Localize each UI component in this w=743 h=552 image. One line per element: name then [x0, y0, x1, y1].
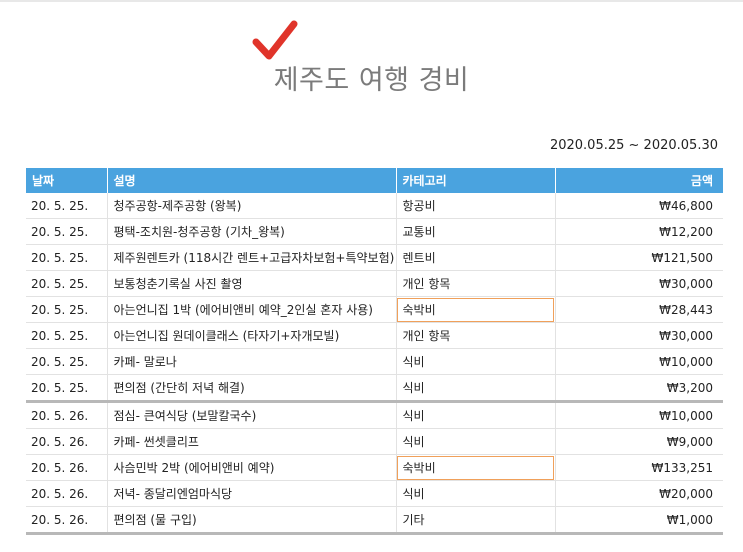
checkmark-icon	[252, 20, 298, 60]
cell-description[interactable]: 편의점 (물 구입)	[107, 506, 397, 535]
cell-date[interactable]: 20. 5. 25.	[26, 193, 108, 219]
cell-description[interactable]: 보통청춘기록실 사진 촬영	[107, 270, 397, 297]
table-row: 20. 5. 26. 저녁- 종달리엔엄마식당 식비 ₩20,000	[26, 480, 723, 507]
cell-description[interactable]: 평택-조치원-청주공항 (기차_왕복)	[107, 218, 397, 245]
cell-date[interactable]: 20. 5. 25.	[26, 244, 108, 271]
cell-amount[interactable]: ₩1,000	[555, 506, 723, 535]
cell-description[interactable]: 저녁- 종달리엔엄마식당	[107, 480, 397, 507]
cell-category[interactable]: 렌트비	[396, 244, 556, 271]
table-row: 20. 5. 25. 아는언니집 원데이클래스 (타자기+자개모빌) 개인 항목…	[26, 322, 723, 349]
cell-amount[interactable]: ₩133,251	[555, 454, 723, 481]
cell-category[interactable]: 개인 항목	[396, 270, 556, 297]
cell-date[interactable]: 20. 5. 25.	[26, 322, 108, 349]
cell-date[interactable]: 20. 5. 26.	[26, 428, 108, 455]
date-range: 2020.05.25 ~ 2020.05.30	[549, 138, 718, 153]
expense-table: 날짜 설명 카테고리 금액 20. 5. 25. 청주공항-제주공항 (왕복) …	[26, 168, 723, 535]
cell-category-highlighted[interactable]: 숙박비	[396, 296, 556, 323]
cell-category[interactable]: 식비	[396, 374, 556, 403]
cell-amount[interactable]: ₩30,000	[555, 322, 723, 349]
cell-amount[interactable]: ₩28,443	[555, 296, 723, 323]
table-row: 20. 5. 25. 편의점 (간단히 저녁 해결) 식비 ₩3,200	[26, 374, 723, 403]
page-title: 제주도 여행 경비	[273, 65, 470, 96]
cell-date[interactable]: 20. 5. 26.	[26, 454, 108, 481]
cell-category[interactable]: 개인 항목	[396, 322, 556, 349]
cell-description[interactable]: 청주공항-제주공항 (왕복)	[107, 193, 397, 219]
cell-amount[interactable]: ₩46,800	[555, 193, 723, 219]
table-row: 20. 5. 25. 보통청춘기록실 사진 촬영 개인 항목 ₩30,000	[26, 270, 723, 297]
cell-amount[interactable]: ₩20,000	[555, 480, 723, 507]
cell-date[interactable]: 20. 5. 25.	[26, 374, 108, 403]
cell-date[interactable]: 20. 5. 25.	[26, 296, 108, 323]
cell-description[interactable]: 사슴민박 2박 (에어비앤비 예약)	[107, 454, 397, 481]
table-row: 20. 5. 25. 청주공항-제주공항 (왕복) 항공비 ₩46,800	[26, 193, 723, 219]
cell-amount[interactable]: ₩3,200	[555, 374, 723, 403]
table-row: 20. 5. 25. 평택-조치원-청주공항 (기차_왕복) 교통비 ₩12,2…	[26, 218, 723, 245]
cell-amount[interactable]: ₩12,200	[555, 218, 723, 245]
cell-category[interactable]: 기타	[396, 506, 556, 535]
header-amount[interactable]: 금액	[555, 168, 723, 193]
cell-category-highlighted[interactable]: 숙박비	[396, 454, 556, 481]
table-row: 20. 5. 25. 제주원렌트카 (118시간 렌트+고급자차보험+특약보험)…	[26, 244, 723, 271]
table-row: 20. 5. 26. 점심- 큰여식당 (보말칼국수) 식비 ₩10,000	[26, 401, 723, 429]
cell-date[interactable]: 20. 5. 26.	[26, 480, 108, 507]
cell-description[interactable]: 제주원렌트카 (118시간 렌트+고급자차보험+특약보험)	[107, 244, 397, 271]
header-description[interactable]: 설명	[107, 168, 397, 193]
cell-category[interactable]: 식비	[396, 428, 556, 455]
cell-description[interactable]: 점심- 큰여식당 (보말칼국수)	[107, 401, 397, 429]
cell-date[interactable]: 20. 5. 25.	[26, 270, 108, 297]
header-date[interactable]: 날짜	[26, 168, 108, 193]
table-row: 20. 5. 26. 편의점 (물 구입) 기타 ₩1,000	[26, 506, 723, 535]
cell-amount[interactable]: ₩30,000	[555, 270, 723, 297]
table-row: 20. 5. 25. 카페- 말로나 식비 ₩10,000	[26, 348, 723, 375]
cell-amount[interactable]: ₩10,000	[555, 348, 723, 375]
table-row: 20. 5. 26. 사슴민박 2박 (에어비앤비 예약) 숙박비 ₩133,2…	[26, 454, 723, 481]
cell-date[interactable]: 20. 5. 26.	[26, 506, 108, 535]
cell-amount[interactable]: ₩121,500	[555, 244, 723, 271]
expense-table-container: 날짜 설명 카테고리 금액 20. 5. 25. 청주공항-제주공항 (왕복) …	[26, 168, 723, 535]
table-header: 날짜 설명 카테고리 금액	[26, 168, 723, 193]
table-row: 20. 5. 26. 카페- 썬셋클리프 식비 ₩9,000	[26, 428, 723, 455]
cell-description[interactable]: 편의점 (간단히 저녁 해결)	[107, 374, 397, 403]
header-category[interactable]: 카테고리	[396, 168, 556, 193]
cell-category[interactable]: 식비	[396, 480, 556, 507]
cell-date[interactable]: 20. 5. 25.	[26, 348, 108, 375]
cell-description[interactable]: 아는언니집 원데이클래스 (타자기+자개모빌)	[107, 322, 397, 349]
table-row: 20. 5. 25. 아는언니집 1박 (에어비앤비 예약_2인실 혼자 사용)…	[26, 296, 723, 323]
cell-description[interactable]: 카페- 말로나	[107, 348, 397, 375]
cell-date[interactable]: 20. 5. 26.	[26, 401, 108, 429]
top-border	[0, 0, 743, 2]
cell-category[interactable]: 항공비	[396, 193, 556, 219]
cell-description[interactable]: 아는언니집 1박 (에어비앤비 예약_2인실 혼자 사용)	[107, 296, 397, 323]
header-row: 날짜 설명 카테고리 금액	[26, 168, 723, 193]
cell-amount[interactable]: ₩10,000	[555, 401, 723, 429]
cell-date[interactable]: 20. 5. 25.	[26, 218, 108, 245]
cell-description[interactable]: 카페- 썬셋클리프	[107, 428, 397, 455]
cell-category[interactable]: 식비	[396, 401, 556, 429]
cell-category[interactable]: 식비	[396, 348, 556, 375]
cell-category[interactable]: 교통비	[396, 218, 556, 245]
cell-amount[interactable]: ₩9,000	[555, 428, 723, 455]
table-body: 20. 5. 25. 청주공항-제주공항 (왕복) 항공비 ₩46,800 20…	[26, 193, 723, 535]
